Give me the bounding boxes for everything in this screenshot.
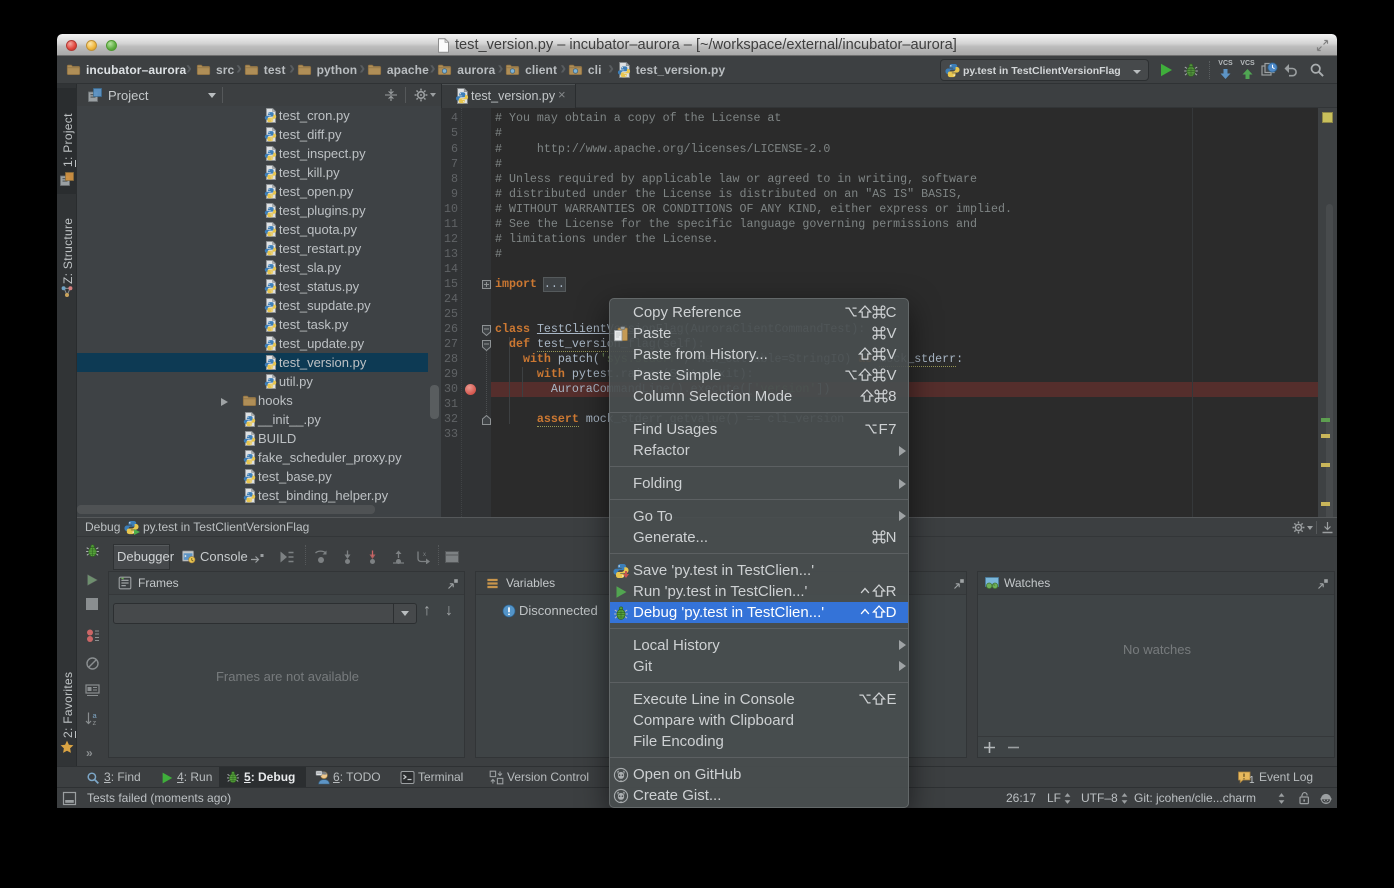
svg-text:z: z	[93, 718, 97, 726]
svg-text:x: x	[423, 552, 426, 558]
